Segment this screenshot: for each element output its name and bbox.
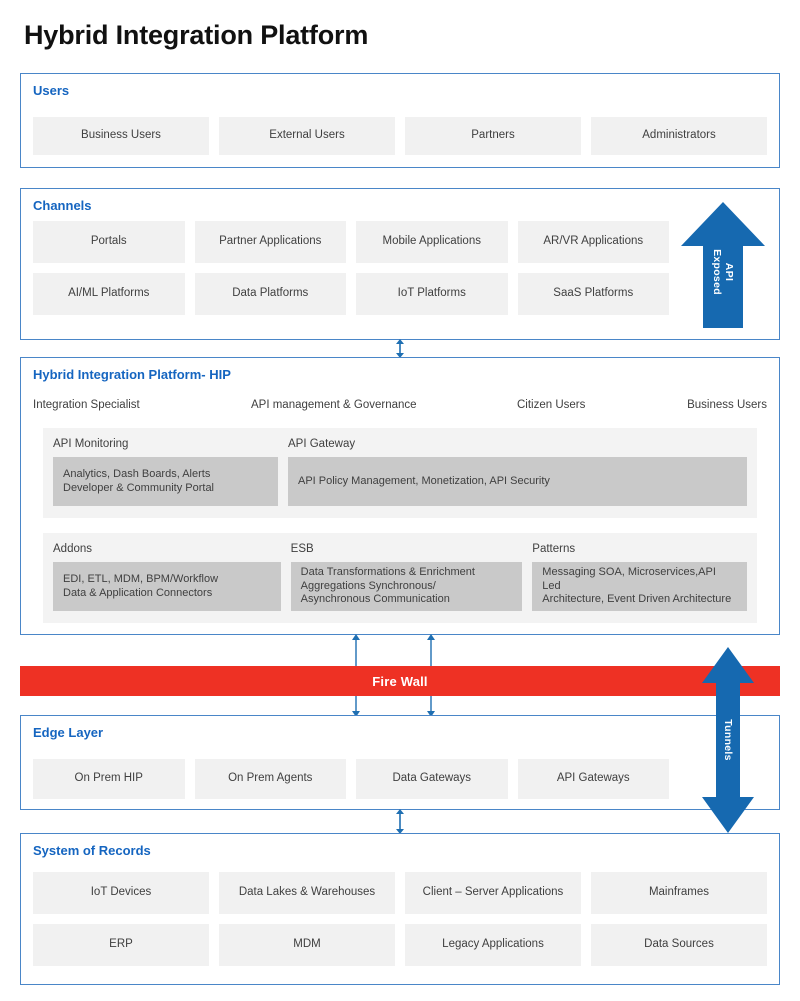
hip-group-api-gateway: API Gateway API Policy Management, Monet… [288, 438, 747, 506]
edge-layer-chip-row: On Prem HIP On Prem Agents Data Gateways… [33, 759, 669, 799]
channels-chip-row-1: Portals Partner Applications Mobile Appl… [33, 221, 669, 263]
channels-section: Channels Portals Partner Applications Mo… [20, 188, 780, 340]
channels-chip-row-2: AI/ML Platforms Data Platforms IoT Platf… [33, 273, 669, 315]
system-of-records-chip[interactable]: IoT Devices [33, 872, 209, 914]
users-chip[interactable]: External Users [219, 117, 395, 155]
edge-layer-section: Edge Layer On Prem HIP On Prem Agents Da… [20, 715, 780, 810]
users-chip[interactable]: Partners [405, 117, 581, 155]
users-chip[interactable]: Administrators [591, 117, 767, 155]
channels-section-title: Channels [33, 198, 92, 213]
edge-layer-chip[interactable]: API Gateways [517, 759, 669, 799]
system-of-records-section: System of Records IoT Devices Data Lakes… [20, 833, 780, 985]
hip-group-patterns: Patterns Messaging SOA, Microservices,AP… [532, 543, 747, 611]
channels-chip[interactable]: SaaS Platforms [517, 273, 669, 315]
channels-chip[interactable]: Portals [33, 221, 185, 263]
hip-group-body[interactable]: Data Transformations & Enrichment Aggreg… [290, 562, 523, 611]
firewall-bar: Fire Wall [20, 666, 780, 696]
api-exposed-arrow: API Exposed [679, 200, 767, 328]
hip-group-title: API Gateway [288, 438, 356, 450]
hip-group-api-monitoring: API Monitoring Analytics, Dash Boards, A… [53, 438, 278, 506]
connector-edge-to-system-of-records [390, 809, 410, 834]
page-title: Hybrid Integration Platform [24, 20, 369, 50]
arrow-up-down-icon [396, 339, 404, 358]
channels-chip[interactable]: Partner Applications [194, 221, 346, 263]
edge-layer-section-title: Edge Layer [33, 725, 104, 740]
hip-group-body[interactable]: Messaging SOA, Microservices,API Led Arc… [532, 562, 747, 611]
channels-chip[interactable]: Mobile Applications [356, 221, 508, 263]
hip-group-body[interactable]: EDI, ETL, MDM, BPM/Workflow Data & Appli… [53, 562, 281, 611]
hip-persona: Business Users [687, 399, 767, 411]
hip-group-title: ESB [290, 543, 314, 555]
edge-layer-chip[interactable]: On Prem HIP [33, 759, 185, 799]
system-of-records-chip-row-1: IoT Devices Data Lakes & Warehouses Clie… [33, 872, 767, 914]
tunnels-label: Tunnels [722, 719, 734, 761]
system-of-records-chip[interactable]: Mainframes [591, 872, 767, 914]
hip-group-title: API Monitoring [53, 438, 129, 450]
system-of-records-chip[interactable]: ERP [33, 924, 209, 966]
users-section-title: Users [33, 83, 70, 98]
api-exposed-label-line1: API [723, 262, 736, 281]
system-of-records-section-title: System of Records [33, 843, 151, 858]
hip-group-addons: Addons EDI, ETL, MDM, BPM/Workflow Data … [53, 543, 281, 611]
hip-persona: Integration Specialist [33, 399, 140, 411]
hip-persona: API management & Governance [251, 399, 417, 411]
hip-persona-row: Integration Specialist API management & … [33, 399, 767, 417]
arrow-up-down-icon [396, 809, 404, 834]
system-of-records-chip[interactable]: Data Sources [591, 924, 767, 966]
hip-group-esb: ESB Data Transformations & Enrichment Ag… [290, 543, 523, 611]
hip-group-title: Patterns [532, 543, 576, 555]
edge-layer-chip[interactable]: On Prem Agents [194, 759, 346, 799]
hip-panel-api: API Monitoring Analytics, Dash Boards, A… [43, 428, 757, 518]
system-of-records-chip[interactable]: Legacy Applications [405, 924, 581, 966]
users-chip-row: Business Users External Users Partners A… [33, 117, 767, 155]
edge-layer-chip[interactable]: Data Gateways [356, 759, 508, 799]
hip-panel-capabilities: Addons EDI, ETL, MDM, BPM/Workflow Data … [43, 533, 757, 623]
hip-section-title: Hybrid Integration Platform- HIP [33, 367, 231, 382]
api-exposed-label-line2: Exposed [711, 248, 723, 295]
api-exposed-label: API Exposed [711, 249, 735, 295]
hip-persona: Citizen Users [517, 399, 586, 411]
users-section: Users Business Users External Users Part… [20, 73, 780, 168]
channels-chip[interactable]: AR/VR Applications [517, 221, 669, 263]
hip-group-title: Addons [53, 543, 93, 555]
firewall-label: Fire Wall [372, 673, 428, 689]
hip-section: Hybrid Integration Platform- HIP Integra… [20, 357, 780, 635]
channels-chip[interactable]: Data Platforms [194, 273, 346, 315]
connector-channels-to-hip [390, 339, 410, 358]
channels-chip[interactable]: IoT Platforms [356, 273, 508, 315]
tunnels-arrow: Tunnels [700, 645, 756, 835]
system-of-records-chip[interactable]: Client – Server Applications [405, 872, 581, 914]
system-of-records-chip-row-2: ERP MDM Legacy Applications Data Sources [33, 924, 767, 966]
hip-group-body[interactable]: API Policy Management, Monetization, API… [288, 457, 747, 506]
users-chip[interactable]: Business Users [33, 117, 209, 155]
system-of-records-chip[interactable]: Data Lakes & Warehouses [219, 872, 395, 914]
system-of-records-chip[interactable]: MDM [219, 924, 395, 966]
channels-chip[interactable]: AI/ML Platforms [33, 273, 185, 315]
hip-group-body[interactable]: Analytics, Dash Boards, Alerts Developer… [53, 457, 278, 506]
